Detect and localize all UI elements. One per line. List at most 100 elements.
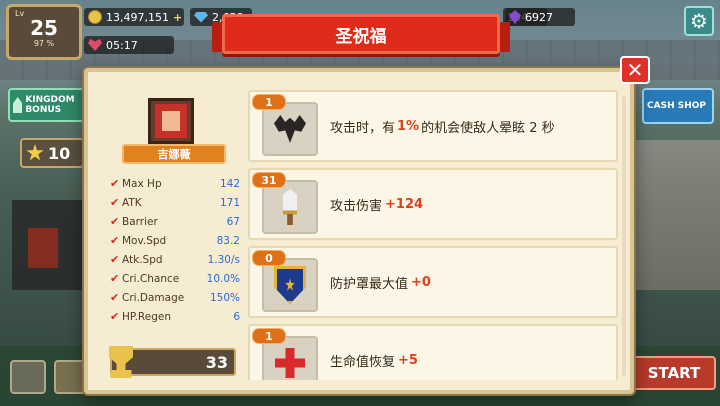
stat-name: ATK (122, 196, 142, 209)
kingdom-bonus-button[interactable]: KINGDOM BONUS (8, 88, 86, 122)
trophy-icon (109, 346, 133, 378)
blessing-list-scrollbar[interactable] (622, 96, 626, 376)
stat-value: 1.30/s (207, 253, 240, 266)
blessing-icon-box (262, 180, 318, 234)
blessing-level-badge: 1 (252, 94, 286, 110)
stat-row: ✔ Barrier 67 (110, 212, 240, 231)
check-icon: ✔ (110, 196, 120, 209)
stat-row: ✔ Max Hp 142 (110, 174, 240, 193)
blessing-text-pre: 防护罩最大值 (330, 276, 409, 292)
blessing-text-pre: 攻击伤害 (330, 198, 383, 214)
blessing-level-badge: 31 (252, 172, 286, 188)
hero-name-plate: 吉娜薇 (122, 144, 226, 164)
shield-icon (274, 266, 306, 304)
hero-portrait[interactable] (148, 98, 194, 144)
blessing-row[interactable]: 31 攻击伤害 +124 (248, 168, 618, 240)
purple-gem-icon (509, 10, 521, 24)
check-icon: ✔ (110, 215, 120, 228)
trophy-count: 33 (205, 352, 228, 372)
stat-value: 83.2 (216, 234, 240, 247)
stat-row: ✔ Cri.Chance 10.0% (110, 269, 240, 288)
hero-stats: ✔ Max Hp 142 ✔ ATK 171 ✔ Barrier 67 ✔ Mo… (110, 174, 240, 326)
stat-value: 171 (219, 196, 240, 209)
stat-name: Mov.Spd (122, 234, 167, 247)
heroes-button[interactable] (10, 360, 46, 394)
blessing-highlight: 1% (397, 118, 420, 134)
player-level: 25 (30, 15, 58, 40)
star-icon (26, 144, 44, 161)
gem-icon (194, 11, 208, 23)
hearts-timer[interactable]: 05:17 (84, 36, 174, 54)
blessing-description: 防护罩最大值 +0 (330, 248, 431, 316)
cash-shop-label: CASH SHOP (647, 101, 706, 111)
gear-icon: ⚙ (690, 9, 708, 33)
stat-value: 142 (219, 177, 240, 190)
hearts-timer-value: 05:17 (106, 38, 138, 52)
stat-name: Max Hp (122, 177, 162, 190)
level-label: Lv (15, 9, 25, 18)
check-icon: ✔ (110, 272, 120, 285)
blessing-icon-box (262, 102, 318, 156)
modal-title: 圣祝福 (335, 26, 387, 47)
stat-name: Cri.Damage (122, 291, 185, 304)
gold-counter[interactable]: 13,497,151 + (84, 8, 184, 26)
purple-gem-amount: 6927 (525, 10, 553, 24)
blessing-list[interactable]: 1 攻击时，有 1% 的机会使敌人晕眩 2 秒 31 攻击伤害 +124 0 防… (248, 90, 618, 380)
stat-name: Atk.Spd (122, 253, 163, 266)
blessing-row[interactable]: 1 攻击时，有 1% 的机会使敌人晕眩 2 秒 (248, 90, 618, 162)
blessing-description: 攻击伤害 +124 (330, 170, 423, 238)
trophy-counter: 33 (109, 346, 236, 378)
blessing-level-badge: 0 (252, 250, 286, 266)
stat-value: 6 (233, 310, 240, 323)
stat-value: 150% (209, 291, 240, 304)
check-icon: ✔ (110, 234, 120, 247)
blessing-row[interactable]: 1 生命值恢复 +5 (248, 324, 618, 380)
hero-name: 吉娜薇 (157, 148, 191, 161)
cash-shop-button[interactable]: CASH SHOP (642, 88, 714, 124)
shield-star-icon (285, 278, 295, 291)
stars-button[interactable]: 10 (20, 138, 84, 168)
stat-row: ✔ Atk.Spd 1.30/s (110, 250, 240, 269)
blessing-text-pre: 攻击时，有 (330, 120, 396, 136)
gold-amount: 13,497,151 (106, 10, 169, 24)
stat-name: Cri.Chance (122, 272, 180, 285)
hero-panel: 吉娜薇 ✔ Max Hp 142 ✔ ATK 171 ✔ Barrier 67 … (102, 88, 240, 378)
stat-value: 10.0% (206, 272, 240, 285)
blessing-highlight: +5 (398, 352, 418, 368)
blessing-text-pre: 生命值恢复 (330, 354, 396, 370)
stars-count: 10 (48, 143, 71, 163)
blessing-icon-box (262, 258, 318, 312)
stat-row: ✔ ATK 171 (110, 193, 240, 212)
check-icon: ✔ (110, 253, 120, 266)
purple-gem-counter[interactable]: 6927 (505, 8, 575, 26)
blessing-description: 攻击时，有 1% 的机会使敌人晕眩 2 秒 (330, 92, 555, 160)
health-cross-icon (275, 348, 305, 378)
blessing-description: 生命值恢复 +5 (330, 326, 418, 380)
blessing-highlight: +0 (411, 274, 431, 290)
coin-icon (88, 10, 102, 24)
start-button[interactable]: START (632, 356, 716, 390)
start-label: START (647, 364, 701, 382)
blessing-level-badge: 1 (252, 328, 286, 344)
bat-icon (274, 115, 306, 143)
blessing-text-post: 的机会使敌人晕眩 2 秒 (421, 120, 555, 136)
plus-icon: + (172, 10, 183, 24)
stat-row: ✔ HP.Regen 6 (110, 307, 240, 326)
kingdom-bonus-label: KINGDOM BONUS (25, 95, 75, 115)
castle-icon (13, 97, 23, 113)
close-button[interactable]: ✕ (620, 56, 650, 84)
player-level-badge[interactable]: Lv 25 97 % (6, 4, 82, 60)
xp-percent: 97 % (33, 38, 55, 48)
check-icon: ✔ (110, 310, 120, 323)
portrait-face (162, 111, 180, 131)
settings-button[interactable]: ⚙ (684, 6, 714, 36)
close-icon: ✕ (626, 58, 644, 82)
blessing-modal: 吉娜薇 ✔ Max Hp 142 ✔ ATK 171 ✔ Barrier 67 … (84, 68, 634, 394)
stat-name: Barrier (122, 215, 158, 228)
stat-row: ✔ Cri.Damage 150% (110, 288, 240, 307)
heart-icon (88, 39, 102, 51)
sword-icon (283, 189, 297, 225)
check-icon: ✔ (110, 177, 120, 190)
stat-row: ✔ Mov.Spd 83.2 (110, 231, 240, 250)
blessing-row[interactable]: 0 防护罩最大值 +0 (248, 246, 618, 318)
